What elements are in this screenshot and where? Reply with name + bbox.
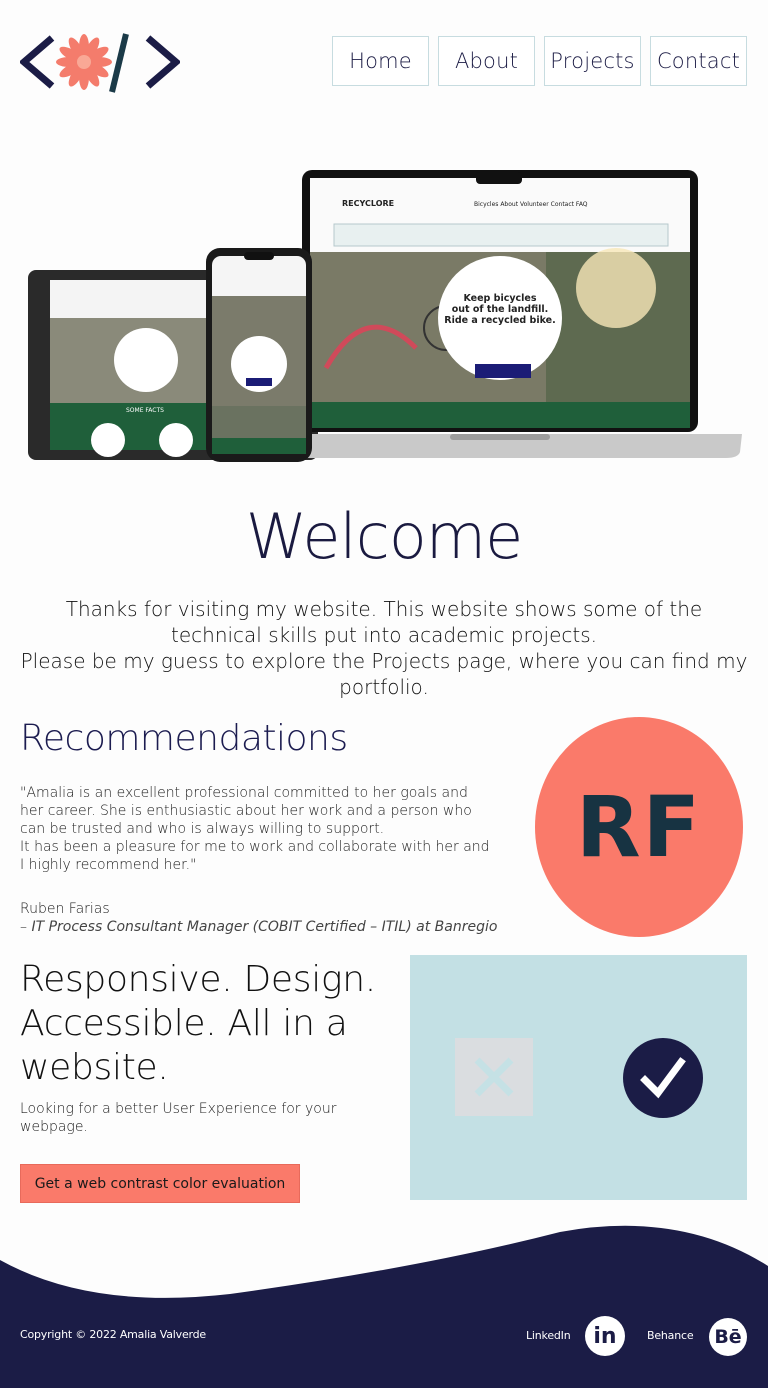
site-logo[interactable] bbox=[18, 30, 182, 94]
close-icon bbox=[455, 1038, 533, 1116]
recommendation-role-prefix: – bbox=[20, 919, 32, 935]
nav-projects-button[interactable]: Projects bbox=[544, 36, 641, 86]
recommendation-role-text: IT Process Consultant Manager (COBIT Cer… bbox=[31, 919, 498, 935]
main-nav: Home About Projects Contact bbox=[332, 36, 747, 86]
nav-contact-button[interactable]: Contact bbox=[650, 36, 747, 86]
nav-home-button[interactable]: Home bbox=[332, 36, 429, 86]
svg-text:Ride a recycled bike.: Ride a recycled bike. bbox=[444, 315, 555, 326]
welcome-title: Welcome bbox=[245, 500, 524, 573]
behance-icon[interactable]: Bē bbox=[709, 1318, 747, 1356]
recommendation-author: Ruben Farias bbox=[20, 901, 110, 917]
avatar: RF bbox=[535, 717, 743, 937]
contrast-evaluation-button[interactable]: Get a web contrast color evaluation bbox=[20, 1164, 300, 1203]
recommendation-quote-p2: It has been a pleasure for me to work an… bbox=[20, 839, 490, 873]
welcome-line-1: Thanks for visiting my website. This web… bbox=[65, 597, 703, 647]
recommendation-role: – IT Process Consultant Manager (COBIT C… bbox=[20, 918, 497, 936]
recommendation-quote: "Amalia is an excellent professional com… bbox=[20, 784, 490, 874]
svg-text:out of the landfill.: out of the landfill. bbox=[452, 304, 549, 315]
responsive-title: Responsive. Design. Accessible. All in a… bbox=[20, 959, 376, 1088]
code-flower-logo-icon bbox=[18, 33, 182, 93]
responsive-subtitle: Looking for a better User Experience for… bbox=[20, 1101, 337, 1135]
hero-device-mockup: SOME FACTS RECYCLORE Bicycles About Volu… bbox=[26, 168, 742, 462]
laptop-site-name: RECYCLORE bbox=[342, 199, 394, 208]
device-mockup-image: SOME FACTS RECYCLORE Bicycles About Volu… bbox=[28, 170, 742, 462]
check-icon bbox=[623, 1038, 703, 1118]
svg-text:Bicycles About Volunteer: Bicycles About Volunteer Contact FAQ bbox=[474, 201, 588, 208]
nav-about-button[interactable]: About bbox=[438, 36, 535, 86]
welcome-intro: Thanks for visiting my website. This web… bbox=[20, 596, 748, 700]
recommendation-quote-p1: "Amalia is an excellent professional com… bbox=[20, 785, 472, 837]
recommendations-title: Recommendations bbox=[20, 718, 348, 759]
contrast-illustration bbox=[410, 955, 747, 1200]
svg-text:Keep bicycles: Keep bicycles bbox=[463, 293, 536, 304]
tablet-facts-label: SOME FACTS bbox=[126, 407, 164, 414]
copyright-text: Copyright © 2022 Amalia Valverde bbox=[20, 1328, 206, 1341]
behance-link[interactable]: Behance bbox=[647, 1329, 694, 1342]
linkedin-icon[interactable]: in bbox=[585, 1316, 625, 1356]
welcome-line-2: Please be my guess to explore the Projec… bbox=[20, 649, 748, 699]
linkedin-link[interactable]: LinkedIn bbox=[526, 1329, 571, 1342]
footer-wave-background bbox=[0, 1225, 768, 1388]
